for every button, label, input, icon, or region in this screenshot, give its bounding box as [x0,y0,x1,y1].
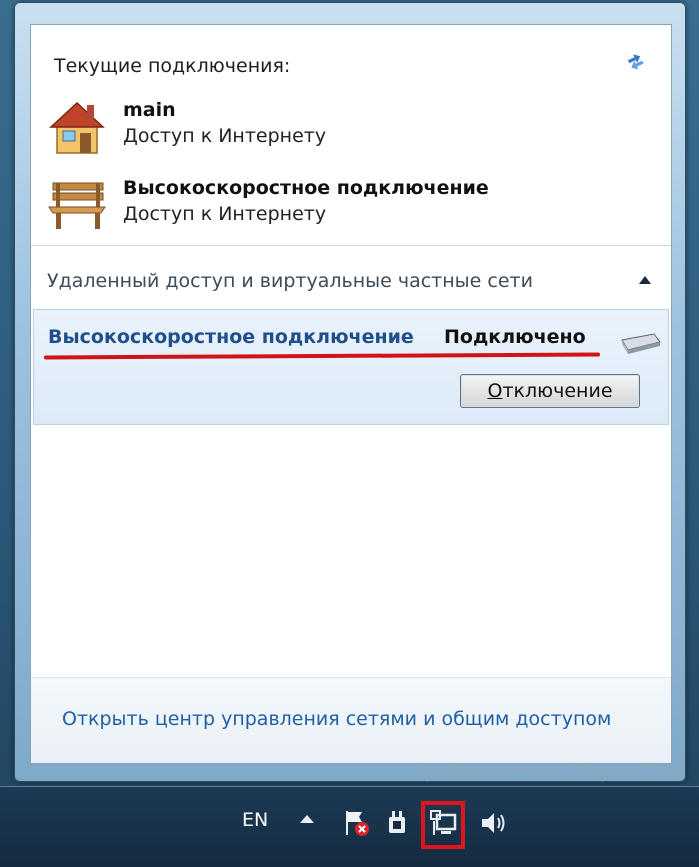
current-connections-title: Текущие подключения: [54,55,291,77]
connection-name: main [123,99,176,121]
home-network-icon [47,97,109,157]
chevron-up-icon[interactable] [635,273,655,289]
divider [31,245,671,246]
vpn-section-header[interactable]: Удаленный доступ и виртуальные частные с… [47,263,655,299]
network-popup: Текущие подключения: main Доступ к Интер… [30,24,672,764]
network-tray-icon[interactable] [427,809,459,841]
disconnect-accesskey: О [487,380,503,402]
volume-icon[interactable] [478,807,510,839]
red-underline-annotation [43,352,601,360]
disconnect-button[interactable]: Отключение [460,374,640,408]
language-indicator[interactable]: EN [242,809,268,831]
modem-icon [618,332,662,354]
vpn-connection-state: Подключено [444,326,586,348]
connection-status: Доступ к Интернету [123,125,327,147]
action-center-flag-icon[interactable] [340,807,372,839]
disconnect-label: тключение [502,380,613,402]
vpn-connection-name: Высокоскоростное подключение [48,326,414,348]
vpn-connection-item[interactable]: Высокоскоростное подключение Подключено … [33,309,669,425]
show-hidden-icons-icon[interactable] [300,815,314,823]
connection-status: Доступ к Интернету [123,203,327,225]
bench-network-icon [47,175,109,235]
connection-item-highspeed[interactable]: Высокоскоростное подключение Доступ к Ин… [47,175,489,235]
refresh-icon[interactable] [623,49,649,75]
power-plug-icon[interactable] [381,807,413,839]
vpn-section-label: Удаленный доступ и виртуальные частные с… [47,270,533,292]
popup-footer: Открыть центр управления сетями и общим … [31,678,671,763]
build-watermark: Пробная копия. Сборка 7100 [411,762,685,783]
connection-item-main[interactable]: main Доступ к Интернету [47,97,326,157]
taskbar: EN [0,786,699,867]
network-center-link[interactable]: Открыть центр управления сетями и общим … [62,708,611,730]
connection-name: Высокоскоростное подключение [123,177,489,199]
